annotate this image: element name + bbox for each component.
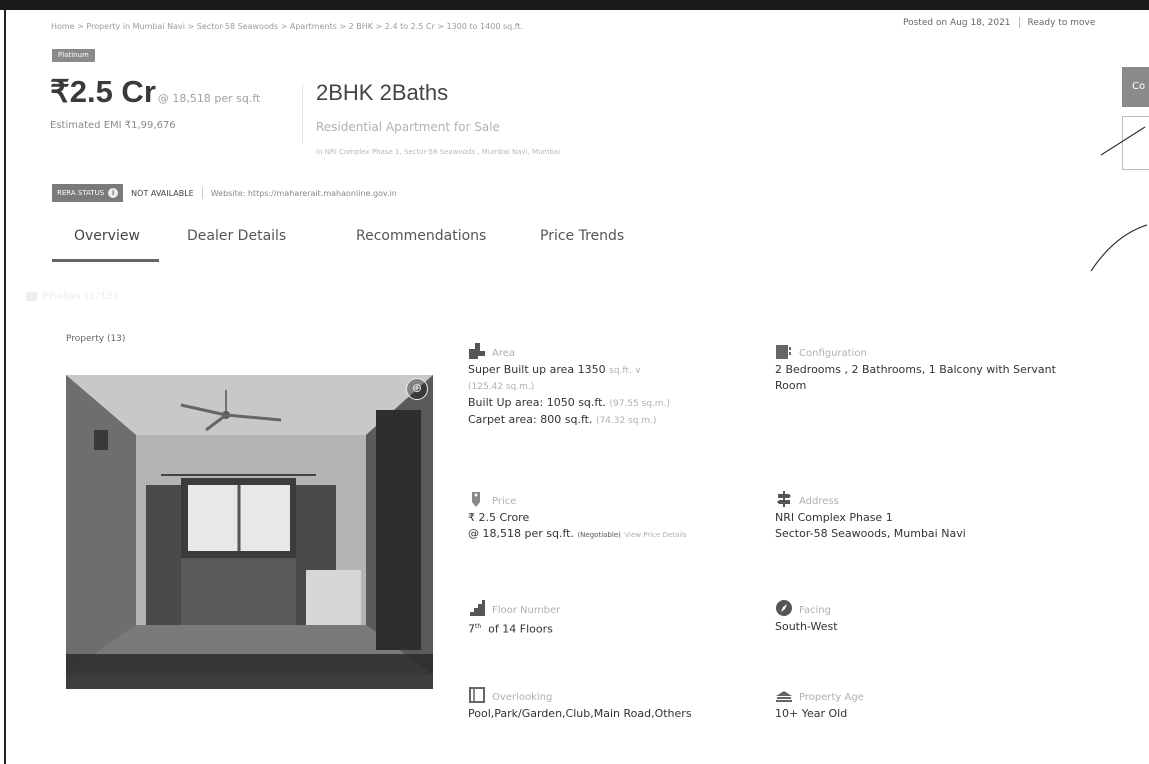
- price-value: ₹ 2.5 Crore: [468, 511, 530, 524]
- rera-status-tag[interactable]: RERA STATUS i: [52, 184, 124, 202]
- ready-status: Ready to move: [1027, 18, 1096, 28]
- address-label: Address: [799, 496, 839, 507]
- price-per-sqft: @ 18,518 per sq.ft: [157, 92, 261, 105]
- rera-tag-label: RERA STATUS: [57, 189, 105, 197]
- window-icon: [469, 687, 485, 703]
- facing-label: Facing: [799, 605, 831, 616]
- super-built-sqm: (125.42 sq.m.): [468, 382, 535, 392]
- attr-facing: Facing South-West: [775, 597, 1065, 635]
- compass-icon: [776, 600, 792, 616]
- negotiable-tag: (Negotiable): [577, 531, 621, 539]
- breadcrumb[interactable]: Home > Property in Mumbai Navi > Sector-…: [51, 22, 671, 31]
- super-built-area: Super Built up area 1350: [468, 363, 606, 376]
- configuration-value: 2 Bedrooms , 2 Bathrooms, 1 Balcony with…: [775, 363, 1056, 392]
- area-icon: [469, 343, 485, 359]
- top-border: [0, 0, 1149, 10]
- price-tag-icon: [472, 492, 480, 507]
- attr-area: Area Super Built up area 1350 sq.ft. ∨ (…: [468, 340, 758, 429]
- tab-dealer-details[interactable]: Dealer Details: [187, 228, 286, 244]
- photos-link[interactable]: Photos (1/13): [26, 291, 118, 302]
- price-label: Price: [492, 496, 517, 507]
- header-divider: [302, 84, 303, 144]
- configuration-icon: [776, 345, 791, 359]
- page-title: 2BHK 2Baths: [316, 80, 449, 105]
- active-tab-indicator: [52, 259, 159, 262]
- floor-number: 7: [468, 622, 475, 636]
- total-floors: of 14 Floors: [488, 622, 553, 636]
- tab-price-trends[interactable]: Price Trends: [540, 228, 624, 244]
- platinum-badge: Platinum: [52, 49, 95, 62]
- attr-overlooking: Overlooking Pool,Park/Garden,Club,Main R…: [468, 684, 758, 722]
- image-icon: [26, 292, 37, 301]
- address-line2: Sector-58 Seawoods, Mumbai Navi: [775, 527, 966, 540]
- property-age-value: 10+ Year Old: [775, 707, 848, 720]
- posted-date: Posted on Aug 18, 2021: [903, 18, 1011, 28]
- room-photo-image: [66, 375, 433, 689]
- attr-price: Price ₹ 2.5 Crore @ 18,518 per sq.ft. (N…: [468, 488, 758, 543]
- area-unit-dropdown[interactable]: sq.ft. ∨: [609, 366, 641, 376]
- stairs-icon: [470, 600, 485, 616]
- contact-button[interactable]: Co: [1122, 67, 1149, 107]
- floor-label: Floor Number: [492, 605, 561, 616]
- estimated-emi[interactable]: Estimated EMI ₹1,99,676: [50, 120, 176, 131]
- carpet-area: Carpet area: 800 sq.ft.: [468, 413, 593, 426]
- property-age-label: Property Age: [799, 692, 864, 703]
- configuration-label: Configuration: [799, 348, 867, 359]
- page: Home > Property in Mumbai Navi > Sector-…: [0, 0, 1149, 764]
- posted-info: Posted on Aug 18, 2021 Ready to move: [903, 17, 1095, 28]
- left-border: [4, 10, 6, 764]
- overlooking-value: Pool,Park/Garden,Club,Main Road,Others: [468, 707, 692, 720]
- attr-configuration: Configuration 2 Bedrooms , 2 Bathrooms, …: [775, 340, 1075, 394]
- attr-floor: Floor Number 7th of 14 Floors: [468, 597, 758, 638]
- built-up-area: Built Up area: 1050 sq.ft.: [468, 396, 606, 409]
- info-icon[interactable]: i: [108, 188, 119, 198]
- photo-caption-bar: [66, 654, 433, 689]
- view-price-details-link[interactable]: View Price Details: [624, 531, 686, 539]
- property-photo[interactable]: ⊕: [66, 375, 433, 689]
- tab-recommendations[interactable]: Recommendations: [356, 228, 486, 244]
- floor-suffix: th: [475, 623, 482, 630]
- rera-website-link[interactable]: Website: https://maharerait.mahaonline.g…: [211, 189, 397, 198]
- rera-row: RERA STATUS i NOT AVAILABLE Website: http…: [52, 184, 397, 202]
- price-per-value: @ 18,518 per sq.ft.: [468, 527, 574, 540]
- listing-locality[interactable]: in NRI Complex Phase 1, Sector-58 Seawoo…: [316, 148, 560, 156]
- photos-count: Photos (1/13): [42, 291, 119, 302]
- tab-bar: Overview Dealer Details Recommendations …: [52, 222, 752, 264]
- price-block: ₹2.5 Cr @ 18,518 per sq.ft: [50, 74, 260, 110]
- pen-marks: [1090, 126, 1148, 272]
- zoom-icon[interactable]: ⊕: [406, 378, 428, 400]
- carpet-sqm: (74.32 sq.m.): [595, 416, 657, 426]
- building-icon: [776, 691, 792, 702]
- rera-status-value: NOT AVAILABLE: [131, 188, 194, 198]
- built-up-sqm: (97.55 sq.m.): [609, 399, 670, 409]
- price-main: ₹2.5 Cr: [50, 74, 156, 109]
- address-line1: NRI Complex Phase 1: [775, 511, 893, 524]
- signpost-icon: [777, 491, 791, 507]
- attr-property-age: Property Age 10+ Year Old: [775, 684, 1065, 722]
- facing-value: South-West: [775, 620, 838, 633]
- tab-overview[interactable]: Overview: [74, 228, 140, 244]
- listing-subtitle: Residential Apartment for Sale: [316, 120, 500, 134]
- attr-address: Address NRI Complex Phase 1 Sector-58 Se…: [775, 488, 1065, 542]
- area-label: Area: [492, 348, 516, 359]
- property-count: Property (13): [66, 334, 126, 344]
- overlooking-label: Overlooking: [492, 692, 553, 703]
